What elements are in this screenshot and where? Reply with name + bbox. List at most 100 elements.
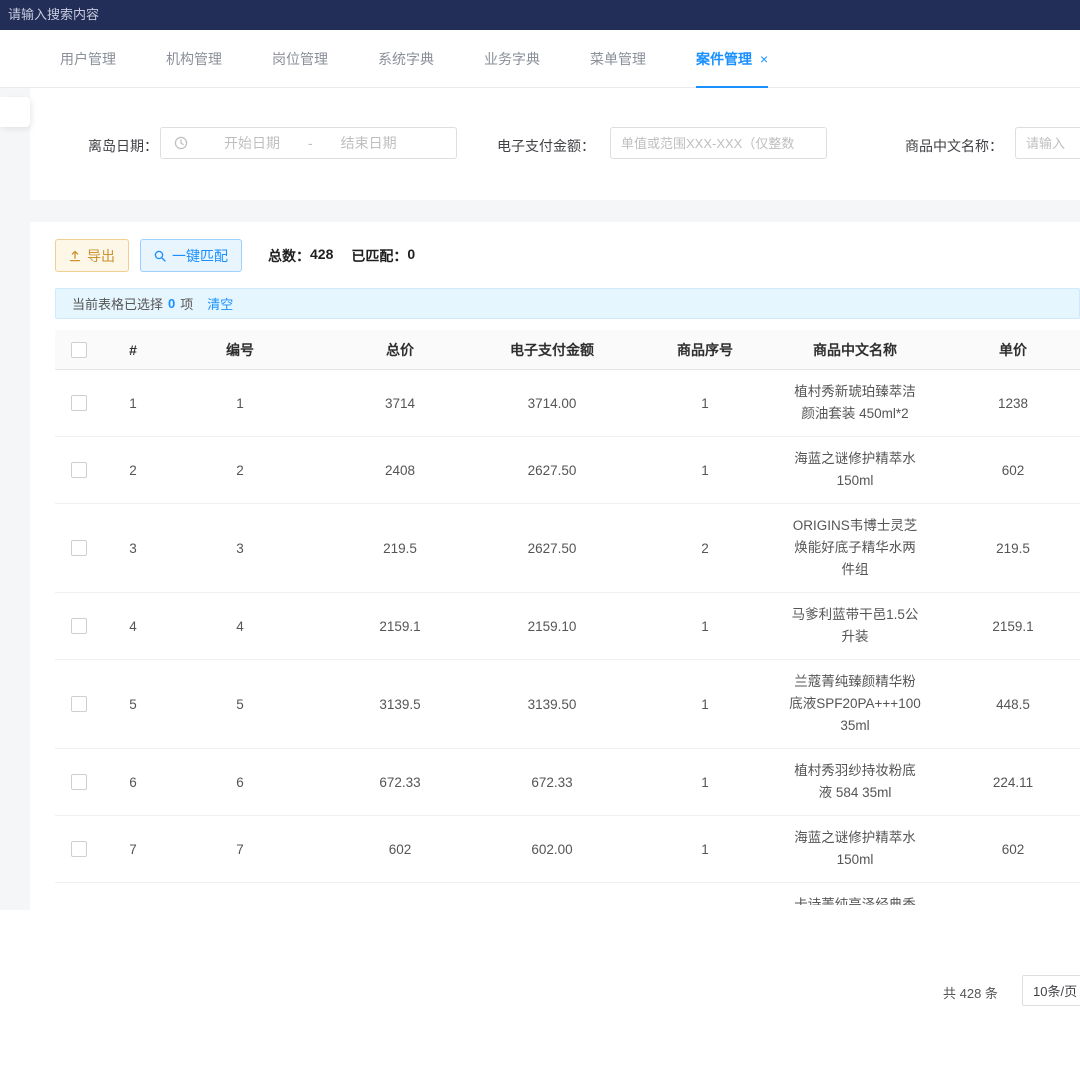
selection-suffix: 项 <box>180 294 193 313</box>
selection-count: 0 <box>168 296 175 311</box>
end-date-placeholder: 结束日期 <box>341 133 397 153</box>
left-gutter <box>0 88 30 910</box>
panel-divider <box>30 200 1080 222</box>
tab-6[interactable]: 案件管理× <box>696 30 768 87</box>
tab-4[interactable]: 业务字典 <box>484 30 540 87</box>
total-label: 总数： <box>268 246 310 266</box>
column-header: 单价 <box>921 340 1080 360</box>
table-cell: 植村秀新琥珀臻萃洁颜油套装 450ml*2 <box>789 370 921 436</box>
epay-amount-input[interactable] <box>610 127 827 159</box>
table-cell: 2159.10 <box>483 619 621 634</box>
page-size-select[interactable]: 10条/页 <box>1022 975 1080 1006</box>
matched-value: 0 <box>407 246 415 266</box>
tab-close-icon[interactable]: × <box>760 51 768 67</box>
data-table: #编号总价电子支付金额商品序号商品中文名称单价 1137143714.001植村… <box>55 330 1080 905</box>
table-cell: 2159.1 <box>921 619 1080 634</box>
table-cell: 1 <box>621 842 789 857</box>
tab-5[interactable]: 菜单管理 <box>590 30 646 87</box>
column-header: 总价 <box>317 340 483 360</box>
page-size-value: 10条/页 <box>1033 981 1077 1000</box>
table-cell: 2 <box>103 463 163 478</box>
tab-1[interactable]: 机构管理 <box>166 30 222 87</box>
table-cell: 448.5 <box>921 697 1080 712</box>
table-cell: 3 <box>103 541 163 556</box>
table-cell: 602.00 <box>483 842 621 857</box>
column-header: # <box>103 342 163 358</box>
row-checkbox[interactable] <box>71 618 87 634</box>
selection-prefix: 当前表格已选择 <box>72 294 163 313</box>
column-header: 电子支付金额 <box>483 340 621 360</box>
start-date-placeholder: 开始日期 <box>224 133 280 153</box>
table-cell: 1 <box>621 775 789 790</box>
table-row: 881366.41366.401卡诗菁纯亮泽经典香氛455.4 <box>55 883 1080 905</box>
table-row: 33219.52627.502ORIGINS韦博士灵芝焕能好底子精华水两件组21… <box>55 504 1080 593</box>
row-checkbox[interactable] <box>71 774 87 790</box>
table-cell: 2159.1 <box>317 619 483 634</box>
depart-date-label: 离岛日期： <box>88 136 158 156</box>
tab-0[interactable]: 用户管理 <box>60 30 116 87</box>
table-cell: 海蓝之谜修护精萃水 150ml <box>789 437 921 503</box>
table-cell: 602 <box>921 463 1080 478</box>
table-cell: 224.11 <box>921 775 1080 790</box>
table-body: 1137143714.001植村秀新琥珀臻萃洁颜油套装 450ml*212382… <box>55 370 1080 905</box>
table-cell: 1 <box>621 697 789 712</box>
column-header: 编号 <box>163 340 317 360</box>
table-row: 553139.53139.501兰蔻菁纯臻颜精华粉底液SPF20PA+++100… <box>55 660 1080 749</box>
table-cell: 2627.50 <box>483 541 621 556</box>
table-cell: 2 <box>163 463 317 478</box>
export-icon <box>69 250 81 262</box>
table-cell: 1 <box>621 396 789 411</box>
table-cell: 1 <box>621 463 789 478</box>
tab-2[interactable]: 岗位管理 <box>272 30 328 87</box>
table-cell: 602 <box>921 842 1080 857</box>
table-cell: 672.33 <box>483 775 621 790</box>
table-cell: 1 <box>163 396 317 411</box>
row-checkbox[interactable] <box>71 540 87 556</box>
table-cell: 6 <box>163 775 317 790</box>
matched-label: 已匹配： <box>351 246 407 266</box>
table-cell: 5 <box>103 697 163 712</box>
table-cell: 4 <box>163 619 317 634</box>
table-cell: 2 <box>621 541 789 556</box>
one-click-match-button[interactable]: 一键匹配 <box>140 239 242 272</box>
table-cell: 3714.00 <box>483 396 621 411</box>
export-button[interactable]: 导出 <box>55 239 129 272</box>
search-icon <box>154 250 166 262</box>
table-cell: 7 <box>163 842 317 857</box>
table-cell: 1238 <box>921 396 1080 411</box>
clear-selection-link[interactable]: 清空 <box>207 294 233 313</box>
table-row: 442159.12159.101马爹利蓝带干邑1.5公升装2159.1 <box>55 593 1080 660</box>
row-checkbox[interactable] <box>71 841 87 857</box>
sidebar-toggle[interactable] <box>0 97 30 127</box>
selection-info-bar: 当前表格已选择 0 项 清空 <box>55 288 1080 319</box>
tab-label: 业务字典 <box>484 49 540 69</box>
date-range-picker[interactable]: 开始日期 - 结束日期 <box>160 127 457 159</box>
tab-label: 机构管理 <box>166 49 222 69</box>
date-range-separator: - <box>308 135 313 151</box>
table-cell: 马爹利蓝带干邑1.5公升装 <box>789 593 921 659</box>
topbar: 请输入搜索内容 <box>0 0 1080 30</box>
row-checkbox[interactable] <box>71 696 87 712</box>
column-header: 商品序号 <box>621 340 789 360</box>
table-cell: 4 <box>103 619 163 634</box>
row-checkbox[interactable] <box>71 462 87 478</box>
table-cell: 3714 <box>317 396 483 411</box>
product-name-input[interactable] <box>1015 127 1080 159</box>
table-cell: 219.5 <box>317 541 483 556</box>
table-header-row: #编号总价电子支付金额商品序号商品中文名称单价 <box>55 330 1080 370</box>
pagination-total: 共 428 条 <box>943 983 998 1002</box>
total-value: 428 <box>310 246 333 266</box>
epay-amount-label: 电子支付金额： <box>497 136 595 156</box>
tabbar: 用户管理 机构管理 岗位管理系统字典 业务字典 菜单管理案件管理× <box>0 30 1080 88</box>
table-cell: 2408 <box>317 463 483 478</box>
tab-3[interactable]: 系统字典 <box>378 30 434 87</box>
select-all-checkbox[interactable] <box>71 342 87 358</box>
product-name-label: 商品中文名称： <box>905 136 1003 156</box>
global-search-input[interactable]: 请输入搜索内容 <box>8 0 99 30</box>
table-cell: 3139.5 <box>317 697 483 712</box>
table-cell: 卡诗菁纯亮泽经典香氛 <box>789 883 921 905</box>
match-stats: 总数： 428 已匹配： 0 <box>268 246 415 266</box>
row-checkbox[interactable] <box>71 395 87 411</box>
table-cell: 219.5 <box>921 541 1080 556</box>
clock-icon <box>174 136 188 150</box>
